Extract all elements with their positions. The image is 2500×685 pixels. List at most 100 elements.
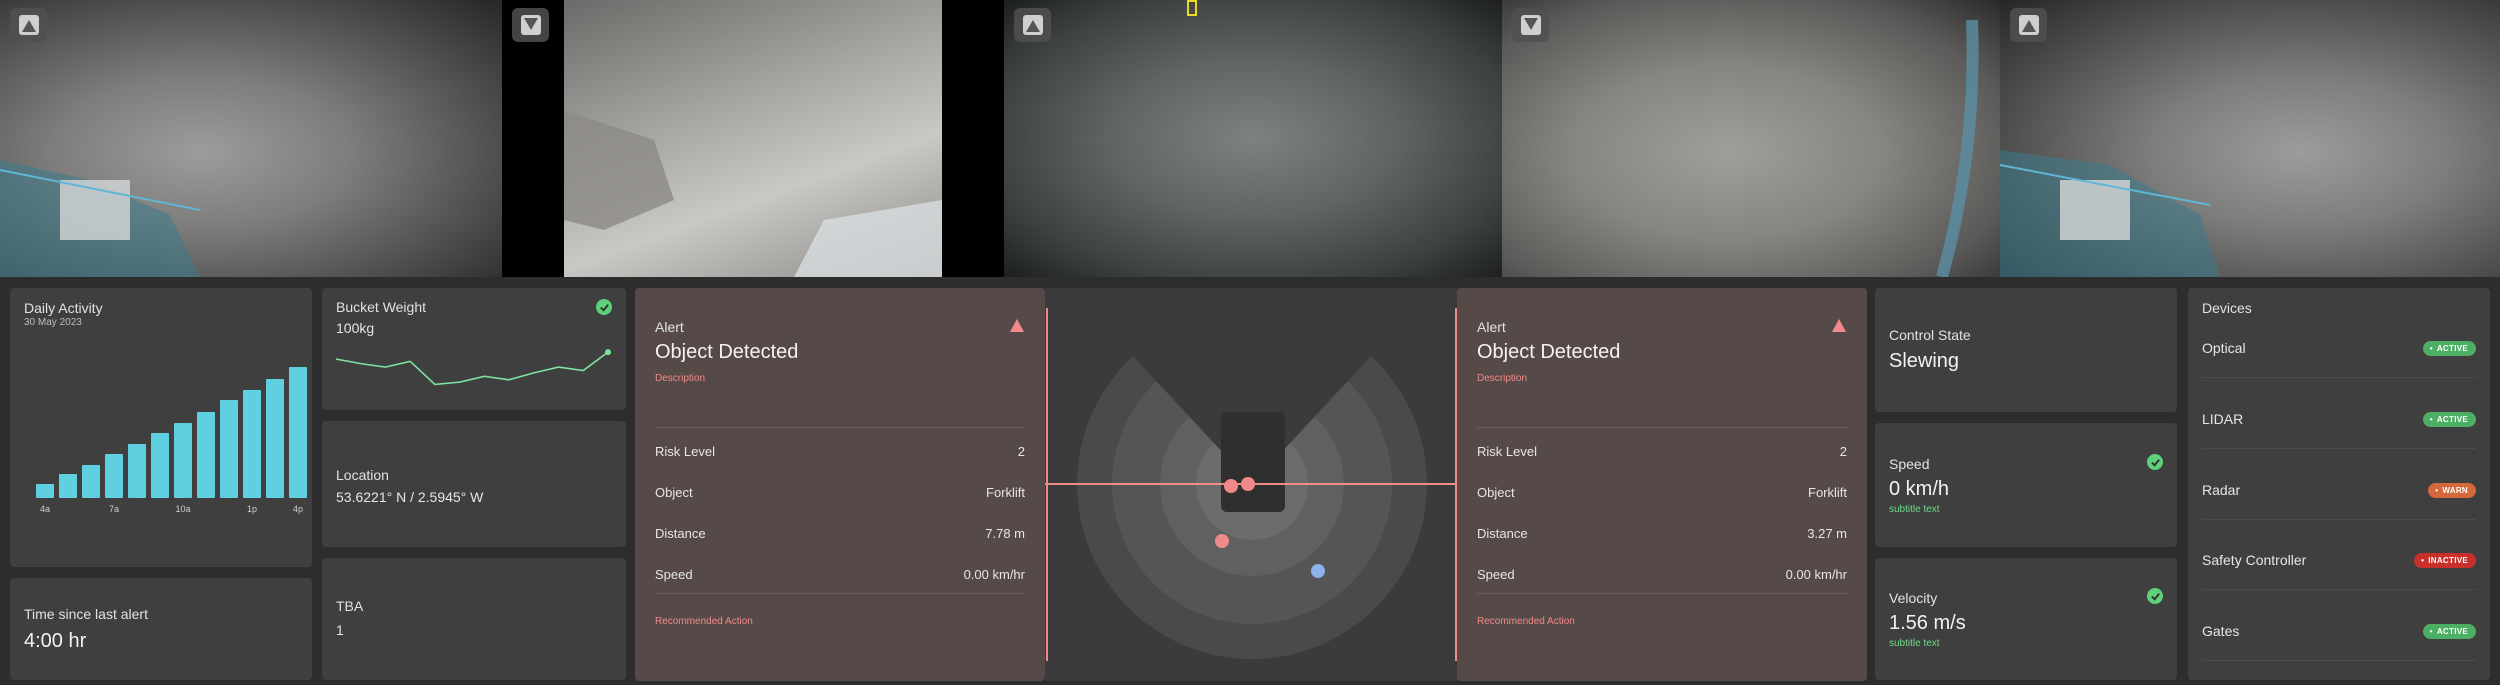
activity-bar bbox=[59, 473, 77, 498]
activity-tick-label: 10a bbox=[175, 504, 191, 514]
tba-card: TBA 1 bbox=[322, 558, 626, 680]
camera-view-button[interactable] bbox=[512, 8, 549, 42]
camera-view-icon bbox=[520, 15, 541, 35]
detection-box bbox=[1187, 0, 1197, 16]
camera-feed-1[interactable] bbox=[0, 0, 502, 277]
tracked-object-marker bbox=[1311, 564, 1325, 578]
device-row-radar[interactable]: Radar WARN bbox=[2202, 482, 2476, 498]
activity-bar bbox=[243, 389, 261, 498]
alert-title: Object Detected bbox=[655, 341, 799, 363]
daily-activity-card: Daily Activity 30 May 2023 4a 7a 10a 1p 4p bbox=[10, 288, 312, 567]
activity-bar bbox=[266, 379, 284, 498]
sparkline-path bbox=[336, 351, 609, 386]
alert-row-distance: Distance 7.78 m bbox=[655, 526, 1025, 541]
card-title: Location bbox=[336, 467, 389, 483]
activity-bar bbox=[151, 433, 169, 498]
activity-bar bbox=[220, 400, 238, 498]
proximity-radar bbox=[1045, 288, 1458, 681]
camera-view-icon bbox=[1022, 15, 1043, 35]
alert-description: Description bbox=[655, 373, 706, 384]
card-title: Devices bbox=[2202, 300, 2252, 316]
camera-feed-4[interactable] bbox=[1502, 0, 2000, 277]
time-since-alert-value: 4:00 hr bbox=[24, 630, 87, 652]
detected-object-marker bbox=[1215, 534, 1229, 548]
activity-bar bbox=[36, 484, 54, 498]
card-title: Daily Activity bbox=[24, 300, 103, 316]
device-row-optical[interactable]: Optical ACTIVE bbox=[2202, 340, 2476, 356]
bucket-weight-card: Bucket Weight 100kg bbox=[322, 288, 626, 410]
camera-view-icon bbox=[18, 15, 39, 35]
velocity-card: Velocity 1.56 m/s subtitle text bbox=[1875, 558, 2177, 680]
alert-title: Object Detected bbox=[1477, 341, 1621, 363]
control-state-value: Slewing bbox=[1889, 350, 1960, 372]
camera-view-button[interactable] bbox=[2010, 8, 2047, 42]
time-since-alert-card: Time since last alert 4:00 hr bbox=[10, 578, 312, 680]
alert-row-object: Object Forklift bbox=[655, 485, 1025, 500]
camera-view-button[interactable] bbox=[1512, 8, 1549, 42]
activity-bar bbox=[128, 443, 146, 498]
bucket-weight-sparkline bbox=[336, 349, 611, 386]
check-circle-icon bbox=[2147, 588, 2163, 604]
camera-view-button[interactable] bbox=[1014, 8, 1051, 42]
card-title: Speed bbox=[1889, 456, 1930, 472]
divider bbox=[1477, 427, 1847, 428]
devices-card: Devices Optical ACTIVE LIDAR ACTIVE Rada… bbox=[2188, 288, 2490, 680]
alert-row-speed: Speed 0.00 km/hr bbox=[1477, 567, 1847, 582]
activity-bar bbox=[82, 464, 100, 498]
status-badge: ACTIVE bbox=[2422, 623, 2476, 639]
camera-view-button[interactable] bbox=[10, 8, 47, 42]
status-badge: ACTIVE bbox=[2422, 411, 2476, 427]
divider bbox=[1477, 593, 1847, 594]
alert-row-speed: Speed 0.00 km/hr bbox=[655, 567, 1025, 582]
velocity-value: 1.56 m/s bbox=[1889, 612, 1966, 634]
camera-view-icon bbox=[2018, 15, 2039, 35]
device-row-gates[interactable]: Gates ACTIVE bbox=[2202, 623, 2476, 639]
speed-card: Speed 0 km/h subtitle text bbox=[1875, 423, 2177, 547]
alert-label: Alert bbox=[655, 319, 684, 335]
activity-bar bbox=[105, 454, 123, 498]
tba-value: 1 bbox=[336, 622, 344, 638]
divider bbox=[2202, 589, 2476, 590]
warning-icon bbox=[1832, 319, 1846, 332]
activity-tick-label: 4p bbox=[292, 504, 304, 514]
device-row-lidar[interactable]: LIDAR ACTIVE bbox=[2202, 411, 2476, 427]
velocity-subtitle: subtitle text bbox=[1889, 638, 1940, 649]
divider bbox=[2202, 448, 2476, 449]
card-title: Time since last alert bbox=[24, 606, 148, 622]
status-badge: ACTIVE bbox=[2422, 340, 2476, 356]
alert-description: Description bbox=[1477, 373, 1528, 384]
card-title: Bucket Weight bbox=[336, 299, 427, 315]
location-card: Location 53.6221° N / 2.5945° W bbox=[322, 421, 626, 547]
alert-row-object: Object Forklift bbox=[1477, 485, 1847, 500]
activity-bar bbox=[289, 366, 307, 498]
warning-icon bbox=[1010, 319, 1024, 332]
camera-feed-2[interactable] bbox=[502, 0, 1004, 277]
card-title: Velocity bbox=[1889, 590, 1938, 606]
divider bbox=[2202, 660, 2476, 661]
card-date: 30 May 2023 bbox=[24, 317, 82, 328]
activity-tick-label: 1p bbox=[246, 504, 258, 514]
alert-label: Alert bbox=[1477, 319, 1506, 335]
divider bbox=[655, 593, 1025, 594]
check-circle-icon bbox=[596, 299, 612, 315]
activity-bar bbox=[197, 412, 215, 498]
speed-subtitle: subtitle text bbox=[1889, 504, 1940, 515]
speed-value: 0 km/h bbox=[1889, 478, 1950, 500]
status-badge: INACTIVE bbox=[2414, 552, 2476, 568]
alert-card-left[interactable]: Alert Object Detected Description Risk L… bbox=[635, 288, 1045, 681]
control-state-card: Control State Slewing bbox=[1875, 288, 2177, 412]
card-title: TBA bbox=[336, 598, 364, 614]
recommended-action-link[interactable]: Recommended Action bbox=[655, 616, 753, 627]
detected-object-marker bbox=[1224, 479, 1238, 493]
alert-card-right[interactable]: Alert Object Detected Description Risk L… bbox=[1457, 288, 1867, 681]
detected-object-marker bbox=[1241, 477, 1255, 491]
camera-feed-5[interactable] bbox=[2000, 0, 2500, 277]
camera-view-icon bbox=[1520, 15, 1541, 35]
camera-feed-3[interactable] bbox=[1004, 0, 1502, 277]
bucket-weight-value: 100kg bbox=[336, 320, 375, 336]
recommended-action-link[interactable]: Recommended Action bbox=[1477, 616, 1575, 627]
device-row-safety-controller[interactable]: Safety Controller INACTIVE bbox=[2202, 552, 2476, 568]
alert-row-risk: Risk Level 2 bbox=[655, 444, 1025, 459]
divider bbox=[2202, 377, 2476, 378]
location-value: 53.6221° N / 2.5945° W bbox=[336, 489, 484, 505]
